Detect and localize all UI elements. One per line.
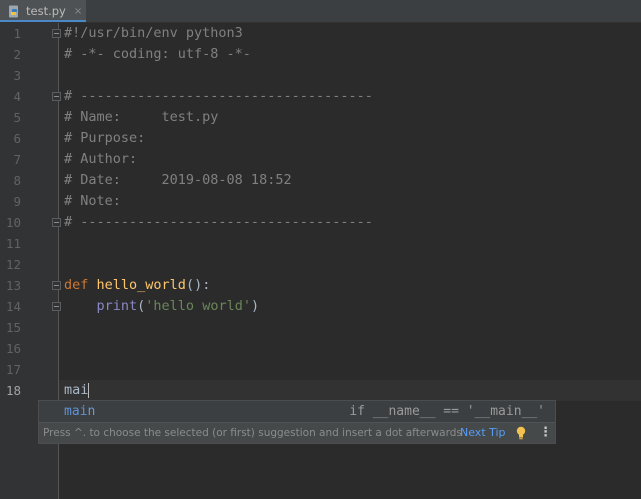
suggestion-label: main [64, 401, 95, 422]
builtin-print: print [96, 298, 138, 314]
code-line-print[interactable]: print('hello world') [64, 296, 260, 317]
line-number: 15 [5, 320, 21, 335]
close-paren: ) [250, 298, 260, 314]
fold-marker-icon[interactable] [52, 218, 61, 227]
suggestion-tail-text: if __name__ == '__main__' [349, 404, 545, 419]
line-number: 2 [13, 47, 21, 62]
fold-marker-icon[interactable] [52, 302, 61, 311]
function-name: hello_world [96, 277, 186, 293]
line-number: 5 [13, 110, 21, 125]
line-number: 8 [13, 173, 21, 188]
line-number: 1 [13, 26, 21, 41]
code-line[interactable]: # Date: 2019-08-08 18:52 [64, 170, 292, 191]
autocomplete-popup: main if __name__ == '__main__' Press ^. … [38, 400, 556, 444]
line-number: 16 [5, 341, 21, 356]
next-tip-link[interactable]: Next Tip [460, 423, 506, 443]
line-number: 11 [5, 236, 21, 251]
line-number: 14 [5, 299, 21, 314]
hint-text: Press ^. to choose the selected (or firs… [43, 427, 462, 439]
fold-marker-icon[interactable] [52, 92, 61, 101]
string-literal: 'hello world' [145, 298, 251, 314]
lightbulb-icon[interactable] [515, 426, 527, 447]
code-line[interactable]: # ------------------------------------ [64, 86, 373, 107]
line-number: 7 [13, 152, 21, 167]
line-number-current: 18 [5, 383, 21, 398]
text-caret [88, 382, 90, 398]
line-number: 17 [5, 362, 21, 377]
fold-marker-icon[interactable] [52, 281, 61, 290]
tab-test-py[interactable]: test.py × [0, 0, 86, 22]
code-line[interactable]: # -*- coding: utf-8 -*- [64, 44, 251, 65]
fold-marker-icon[interactable] [52, 29, 61, 38]
code-line-current[interactable]: mai [64, 380, 90, 401]
typed-text: mai [64, 382, 89, 398]
autocomplete-hint-bar: Press ^. to choose the selected (or firs… [39, 422, 555, 443]
code-line[interactable]: # Name: test.py [64, 107, 218, 128]
tab-filename: test.py [26, 4, 66, 18]
autocomplete-suggestion-main[interactable]: main if __name__ == '__main__' [39, 401, 555, 422]
editor-tab-bar: test.py × [0, 0, 641, 23]
line-number: 9 [13, 194, 21, 209]
suggestion-rest: n [87, 404, 96, 419]
line-number: 13 [5, 278, 21, 293]
code-line[interactable]: # Author: [64, 149, 137, 170]
line-number: 12 [5, 257, 21, 272]
line-number: 4 [13, 89, 21, 104]
function-params: (): [185, 277, 211, 293]
python-file-icon [8, 5, 21, 18]
code-line[interactable]: #!/usr/bin/env python3 [64, 23, 243, 44]
keyword-def: def [64, 277, 89, 293]
line-number: 10 [5, 215, 21, 230]
code-line-def[interactable]: def hello_world(): [64, 275, 210, 296]
code-line[interactable]: # Note: [64, 191, 121, 212]
code-line[interactable]: # Purpose: [64, 128, 145, 149]
close-icon[interactable]: × [74, 6, 82, 17]
line-number: 3 [13, 68, 21, 83]
active-tab-indicator [0, 20, 86, 22]
suggestion-match: mai [64, 404, 88, 419]
current-line-highlight [59, 380, 641, 401]
code-line[interactable]: # ------------------------------------ [64, 212, 373, 233]
more-options-icon[interactable]: ⋮ [539, 423, 552, 443]
line-number: 6 [13, 131, 21, 146]
